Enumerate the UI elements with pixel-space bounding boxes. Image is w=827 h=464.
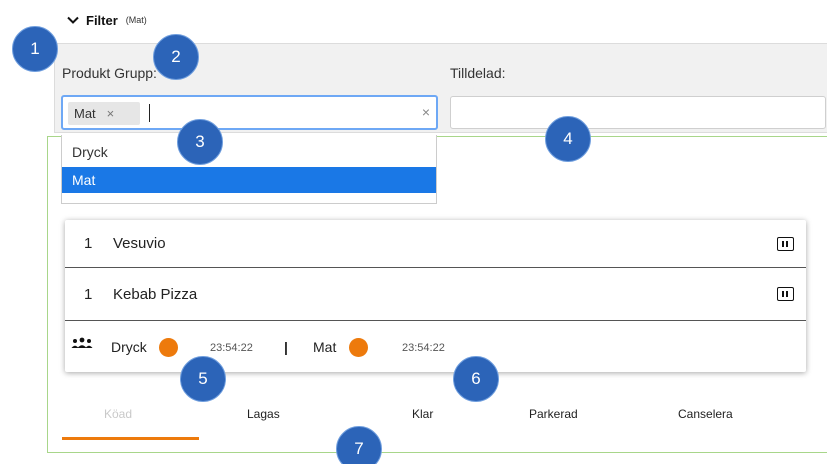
chip-label: Mat	[74, 106, 96, 121]
chevron-down-icon	[67, 16, 79, 24]
tab-parkerad[interactable]: Parkerad	[529, 407, 578, 421]
status-dot-dryck	[159, 338, 178, 357]
clear-selection-icon[interactable]: ×	[422, 104, 430, 120]
order-status-row: Dryck 23:54:22 | Mat 23:54:22	[65, 321, 806, 372]
active-tab-indicator	[62, 437, 199, 440]
status-time-dryck: 23:54:22	[210, 342, 253, 354]
tab-canselera[interactable]: Canselera	[678, 407, 733, 421]
order-item-name: Vesuvio	[113, 235, 166, 252]
tilldelad-input[interactable]	[450, 96, 826, 129]
pause-icon[interactable]	[777, 287, 794, 301]
tab-lagas[interactable]: Lagas	[247, 407, 280, 421]
filter-subtitle: (Mat)	[125, 15, 147, 25]
callout-badge-6: 6	[453, 356, 499, 402]
callout-badge-7: 7	[336, 426, 382, 464]
chip-remove-icon[interactable]: ×	[107, 106, 115, 121]
order-row[interactable]: 1 Kebab Pizza	[65, 268, 806, 321]
order-card: 1 Vesuvio 1 Kebab Pizza Dryck 23:54:22 |…	[65, 220, 806, 372]
callout-badge-5: 5	[180, 356, 226, 402]
callout-badge-2: 2	[153, 34, 199, 80]
dropdown-option-dryck[interactable]: Dryck	[62, 139, 436, 165]
people-icon	[71, 337, 93, 348]
callout-badge-3: 3	[177, 119, 223, 165]
status-label-mat: Mat	[313, 339, 337, 355]
text-cursor	[149, 104, 150, 122]
order-item-name: Kebab Pizza	[113, 285, 198, 303]
produkt-grupp-label: Produkt Grupp:	[62, 65, 157, 81]
dropdown-option-mat[interactable]: Mat	[62, 167, 436, 193]
status-label-dryck: Dryck	[111, 339, 147, 355]
status-dot-mat	[349, 338, 368, 357]
filter-title: Filter	[86, 12, 118, 28]
order-qty: 1	[84, 235, 93, 252]
tilldelad-label: Tilldelad:	[450, 65, 506, 81]
status-time-mat: 23:54:22	[402, 342, 445, 354]
status-separator: |	[284, 339, 288, 355]
tab-klar[interactable]: Klar	[412, 407, 433, 421]
produkt-grupp-select[interactable]: Mat × ×	[61, 95, 438, 130]
order-row[interactable]: 1 Vesuvio	[65, 220, 806, 268]
filter-toggle[interactable]: Filter (Mat)	[66, 10, 147, 30]
callout-badge-1: 1	[12, 26, 58, 72]
order-qty: 1	[84, 285, 93, 303]
selected-chip-mat: Mat ×	[68, 102, 140, 125]
callout-badge-4: 4	[545, 116, 591, 162]
produkt-grupp-dropdown: Dryck Mat	[61, 135, 437, 204]
pause-icon[interactable]	[777, 236, 794, 251]
tab-koad[interactable]: Köad	[104, 407, 132, 421]
status-tabs: Köad Lagas Klar Parkerad Canselera	[62, 397, 827, 443]
